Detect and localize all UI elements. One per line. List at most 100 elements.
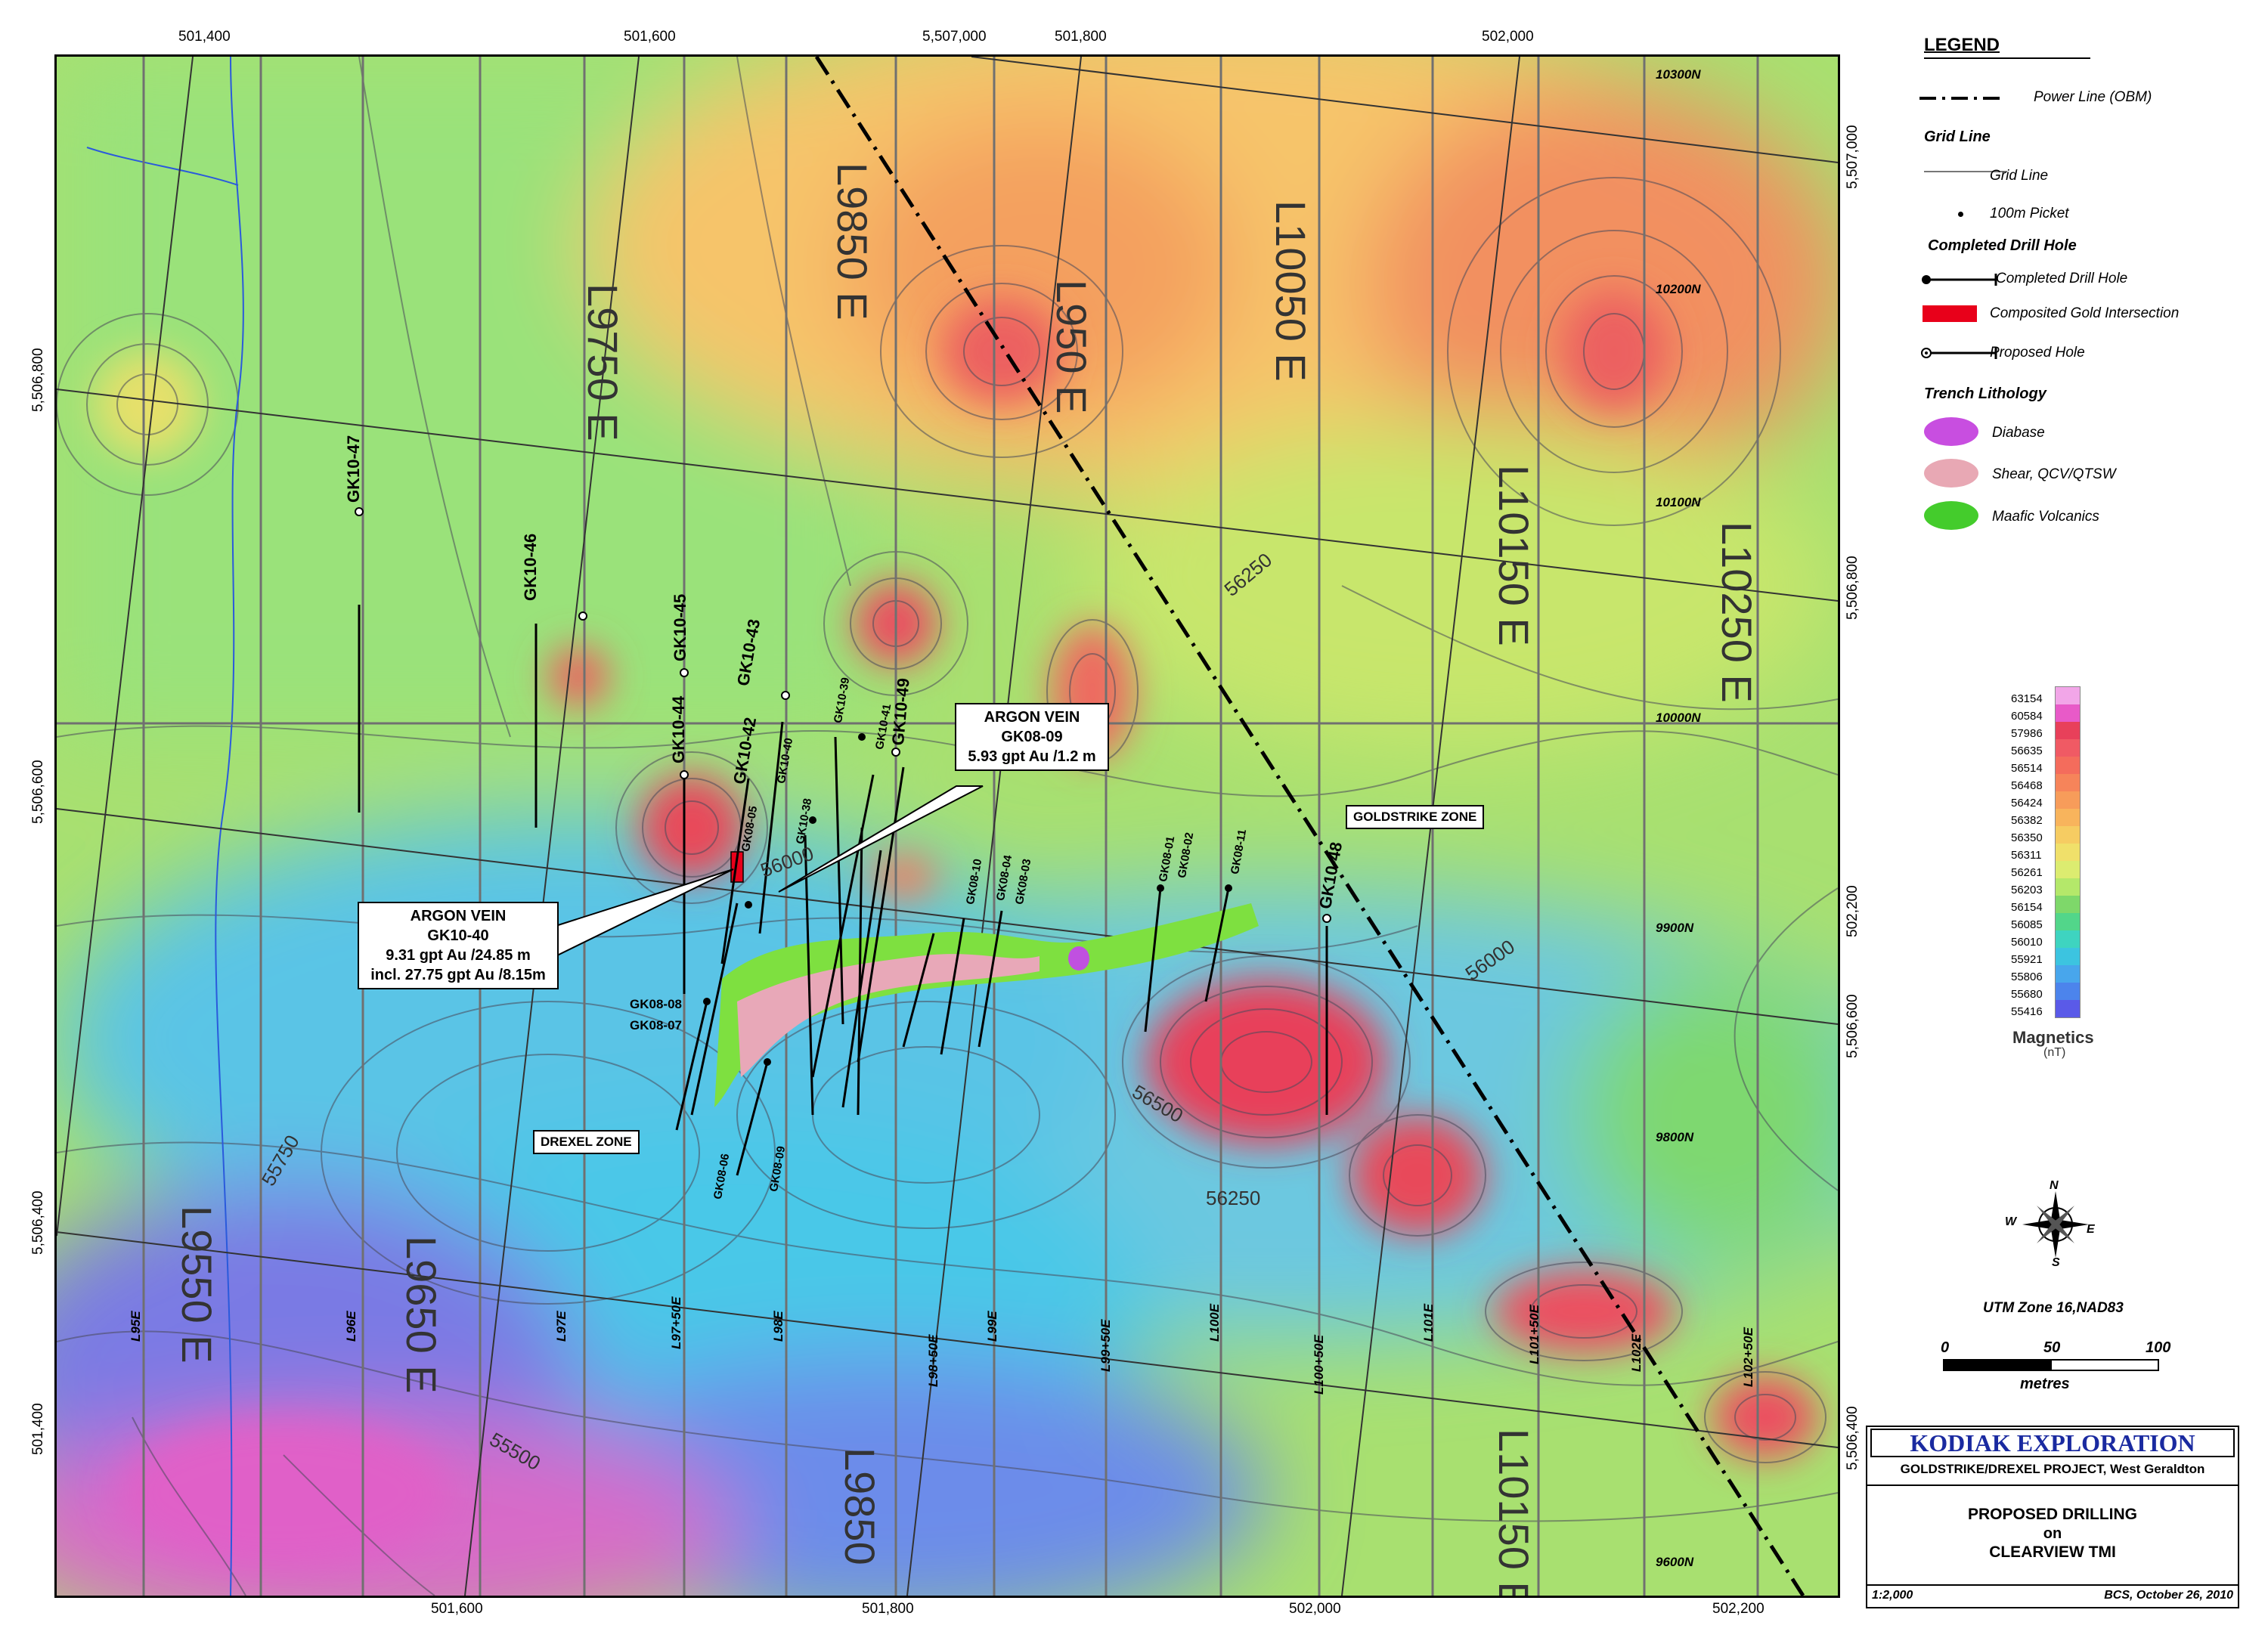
magnetics-colorbar — [2055, 686, 2081, 1018]
colorbar-swatch — [2056, 739, 2080, 757]
scale-bar-white — [2050, 1359, 2159, 1371]
callout-gk08-09: ARGON VEIN GK08-09 5.93 gpt Au /1.2 m — [955, 703, 1109, 771]
bottom-coord: 502,000 — [1289, 1601, 1341, 1617]
bottom-coord: 502,200 — [1712, 1601, 1765, 1617]
legend-underline — [1924, 57, 2090, 59]
projection-label: UTM Zone 16,NAD83 — [1983, 1300, 2124, 1316]
scale-unit: metres — [2020, 1376, 2070, 1392]
top-coord: 501,600 — [624, 29, 676, 45]
company-name: KODIAK EXPLORATION — [1870, 1429, 2235, 1457]
legend-picket: 100m Picket — [1990, 206, 2069, 221]
legend-mafic: Maafic Volcanics — [1992, 509, 2099, 525]
colorbar-swatch — [2056, 1000, 2080, 1017]
colorbar-label: 56010 — [2011, 936, 2043, 949]
compass-e: E — [2087, 1223, 2095, 1236]
callout-gk10-40: ARGON VEIN GK10-40 9.31 gpt Au /24.85 m … — [358, 902, 559, 989]
legend-proposed: Proposed Hole — [1990, 345, 2085, 361]
legend-power-line: Power Line (OBM) — [2034, 89, 2152, 105]
colorbar-swatch — [2056, 948, 2080, 965]
bottom-coord: 501,800 — [862, 1601, 914, 1617]
colorbar-swatch — [2056, 896, 2080, 913]
colorbar-label: 56311 — [2011, 849, 2042, 862]
scale-label: 100 — [2146, 1339, 2171, 1356]
colorbar-label: 56514 — [2011, 762, 2043, 775]
callout-grade: 9.31 gpt Au /24.85 m — [386, 947, 531, 964]
colorbar-swatch — [2056, 878, 2080, 896]
colorbar-label: 56261 — [2011, 866, 2043, 879]
colorbar-label: 56203 — [2011, 884, 2043, 896]
colorbar-label: 56154 — [2011, 901, 2043, 914]
colorbar-swatch — [2056, 844, 2080, 861]
right-coord: 5,506,600 — [1845, 994, 1861, 1058]
map-title-2: on — [2043, 1525, 2062, 1542]
colorbar-label: 56085 — [2011, 918, 2043, 931]
scale-bar-black — [1943, 1359, 2052, 1371]
colorbar-label: 56382 — [2011, 814, 2043, 827]
legend-grid-head: Grid Line — [1924, 128, 1991, 145]
mafic-swatch — [1924, 501, 1978, 530]
callout-title: ARGON VEIN — [984, 709, 1080, 726]
colorbar-swatch — [2056, 913, 2080, 930]
shear-swatch — [1924, 459, 1978, 488]
colorbar-swatch — [2056, 687, 2080, 704]
left-coord: 5,506,600 — [30, 760, 46, 824]
legend-completed: Completed Drill Hole — [1996, 271, 2128, 286]
colorbar-label: 55806 — [2011, 971, 2043, 983]
colorbar-label: 55680 — [2011, 988, 2043, 1001]
legend-trench-head: Trench Lithology — [1924, 385, 2046, 402]
right-coord: 5,506,400 — [1845, 1406, 1861, 1470]
colorbar-swatch — [2056, 861, 2080, 878]
gold-swatch — [1923, 305, 1977, 322]
diabase-swatch — [1924, 417, 1978, 446]
colorbar-unit: (nT) — [2043, 1046, 2066, 1059]
colorbar-swatch — [2056, 930, 2080, 948]
left-coord: 5,506,800 — [30, 348, 46, 412]
colorbar-label: 56635 — [2011, 745, 2043, 757]
callout-title: ARGON VEIN — [410, 908, 507, 924]
legend-diabase: Diabase — [1992, 425, 2045, 441]
map-credit: BCS, October 26, 2010 — [2104, 1589, 2233, 1602]
right-coord: 5,506,800 — [1845, 556, 1861, 620]
right-coord: 502,200 — [1845, 885, 1861, 937]
top-coord: 501,800 — [1055, 29, 1107, 45]
left-coord: 5,506,400 — [30, 1190, 46, 1255]
callout-grade: 5.93 gpt Au /1.2 m — [968, 748, 1096, 765]
title-footer: 1:2,000 BCS, October 26, 2010 — [1866, 1584, 2239, 1608]
callout-grade: incl. 27.75 gpt Au /8.15m — [370, 967, 546, 983]
map-title-3: CLEARVIEW TMI — [1989, 1543, 2116, 1561]
power-line-swatch — [1919, 97, 2004, 100]
callout-hole: GK10-40 — [427, 927, 489, 944]
colorbar-swatch — [2056, 826, 2080, 844]
colorbar-swatch — [2056, 809, 2080, 826]
colorbar-label: 63154 — [2011, 692, 2043, 705]
colorbar-label: 56468 — [2011, 779, 2043, 792]
colorbar-label: 60584 — [2011, 710, 2043, 723]
completed-hole-swatch — [1922, 274, 1997, 286]
project-name: GOLDSTRIKE/DREXEL PROJECT, West Geraldto… — [1900, 1462, 2205, 1476]
colorbar-label: 57986 — [2011, 727, 2043, 740]
callout-leaders — [555, 785, 984, 958]
top-coord: 5,507,000 — [922, 29, 987, 45]
legend-shear: Shear, QCV/QTSW — [1992, 466, 2116, 482]
map-scale: 1:2,000 — [1872, 1589, 1913, 1602]
legend-completed-head: Completed Drill Hole — [1928, 237, 2077, 254]
tmi-map[interactable]: L9750 E L9850 E L950 E L10050 E L10150 E… — [54, 54, 1840, 1598]
callout-hole: GK08-09 — [1001, 729, 1063, 745]
colorbar-swatch — [2056, 704, 2080, 722]
colorbar-label: 56350 — [2011, 831, 2043, 844]
colorbar-label: 56424 — [2011, 797, 2043, 810]
colorbar-swatch — [2056, 983, 2080, 1000]
map-title-1: PROPOSED DRILLING — [1967, 1506, 2138, 1523]
left-coord: 501,400 — [30, 1403, 46, 1455]
colorbar-swatch — [2056, 965, 2080, 983]
compass-w: W — [2005, 1215, 2017, 1228]
legend-grid-line: Grid Line — [1990, 168, 2049, 184]
colorbar-swatch — [2056, 774, 2080, 791]
title-block: KODIAK EXPLORATION GOLDSTRIKE/DREXEL PRO… — [1866, 1426, 2239, 1587]
legend-title: LEGEND — [1924, 35, 2000, 55]
scale-label: 0 — [1941, 1339, 1950, 1356]
compass-s: S — [2052, 1256, 2060, 1269]
compass-n: N — [2050, 1179, 2059, 1192]
colorbar-title: Magnetics — [2012, 1028, 2094, 1047]
picket-swatch — [1958, 212, 1963, 217]
